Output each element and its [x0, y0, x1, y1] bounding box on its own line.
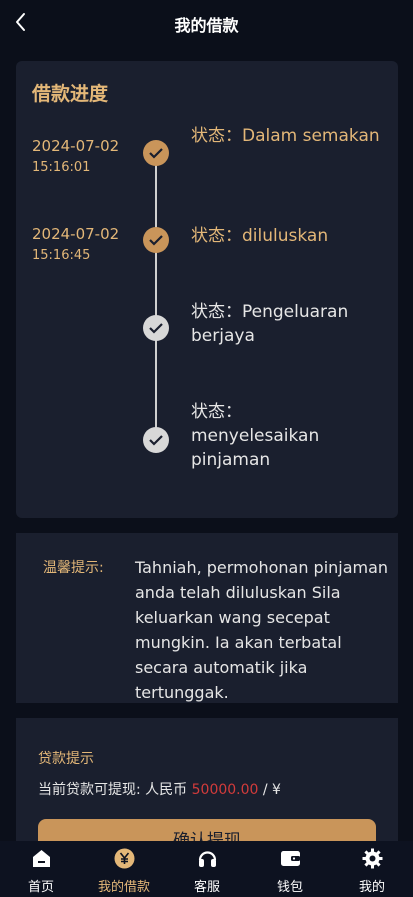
home-icon [31, 848, 52, 869]
page-title: 我的借款 [174, 16, 239, 35]
step-1-datetime: 2024-07-02 15:16:01 [32, 135, 119, 179]
step-2-time: 15:16:45 [32, 248, 91, 263]
tab-home-label: 首页 [27, 880, 54, 895]
tips-label: 温馨提示: [43, 560, 104, 576]
tab-home[interactable]: 首页 [0, 841, 82, 897]
yuan-icon [114, 848, 135, 869]
step-4-status: 状态：menyelesaikan pinjaman [191, 402, 320, 470]
loan-hint-title: 贷款提示 [38, 751, 94, 767]
progress-title: 借款进度 [32, 83, 109, 105]
tab-customer-service-label: 客服 [193, 880, 220, 895]
check-icon [143, 427, 169, 453]
check-icon [143, 315, 169, 341]
withdrawable-amount-line: 当前贷款可提现: 人民币 50000.00 / ¥ [38, 779, 281, 799]
amount-suffix: / ¥ [262, 782, 281, 798]
amount-prefix: 当前贷款可提现: 人民币 [38, 782, 188, 798]
tab-profile[interactable]: 我的 [331, 841, 413, 897]
header-bar: 我的借款 [0, 0, 413, 45]
tips-card: 温馨提示: Tahniah, permohonan pinjaman anda … [16, 533, 398, 703]
bottom-tab-bar: 首页 我的借款 客服 钱包 我的 [0, 841, 413, 897]
step-1-time: 15:16:01 [32, 160, 91, 175]
tab-my-loans[interactable]: 我的借款 [83, 841, 165, 897]
loan-progress-card: 借款进度 2024-07-02 15:16:01 状态：Dalam semaka… [16, 61, 398, 518]
timeline-line [155, 153, 157, 439]
step-1-date: 2024-07-02 [32, 137, 120, 155]
check-icon [143, 140, 169, 166]
step-2-datetime: 2024-07-02 15:16:45 [32, 223, 119, 267]
step-2-date: 2024-07-02 [32, 225, 120, 243]
gear-icon [362, 848, 383, 869]
step-1-status: 状态：Dalam semakan [191, 126, 380, 146]
check-icon [143, 227, 169, 253]
tips-text: Tahniah, permohonan pinjaman anda telah … [135, 558, 389, 702]
tab-wallet-label: 钱包 [276, 880, 303, 895]
wallet-icon [280, 848, 301, 869]
step-2-status: 状态：diluluskan [191, 226, 329, 246]
tab-my-loans-label: 我的借款 [97, 880, 150, 895]
tab-customer-service[interactable]: 客服 [166, 841, 248, 897]
withdrawable-amount: 50000.00 [191, 782, 259, 798]
tab-wallet[interactable]: 钱包 [249, 841, 331, 897]
step-3-status: 状态：Pengeluaran berjaya [191, 302, 349, 346]
headset-icon [197, 848, 218, 869]
tab-profile-label: 我的 [358, 880, 385, 895]
